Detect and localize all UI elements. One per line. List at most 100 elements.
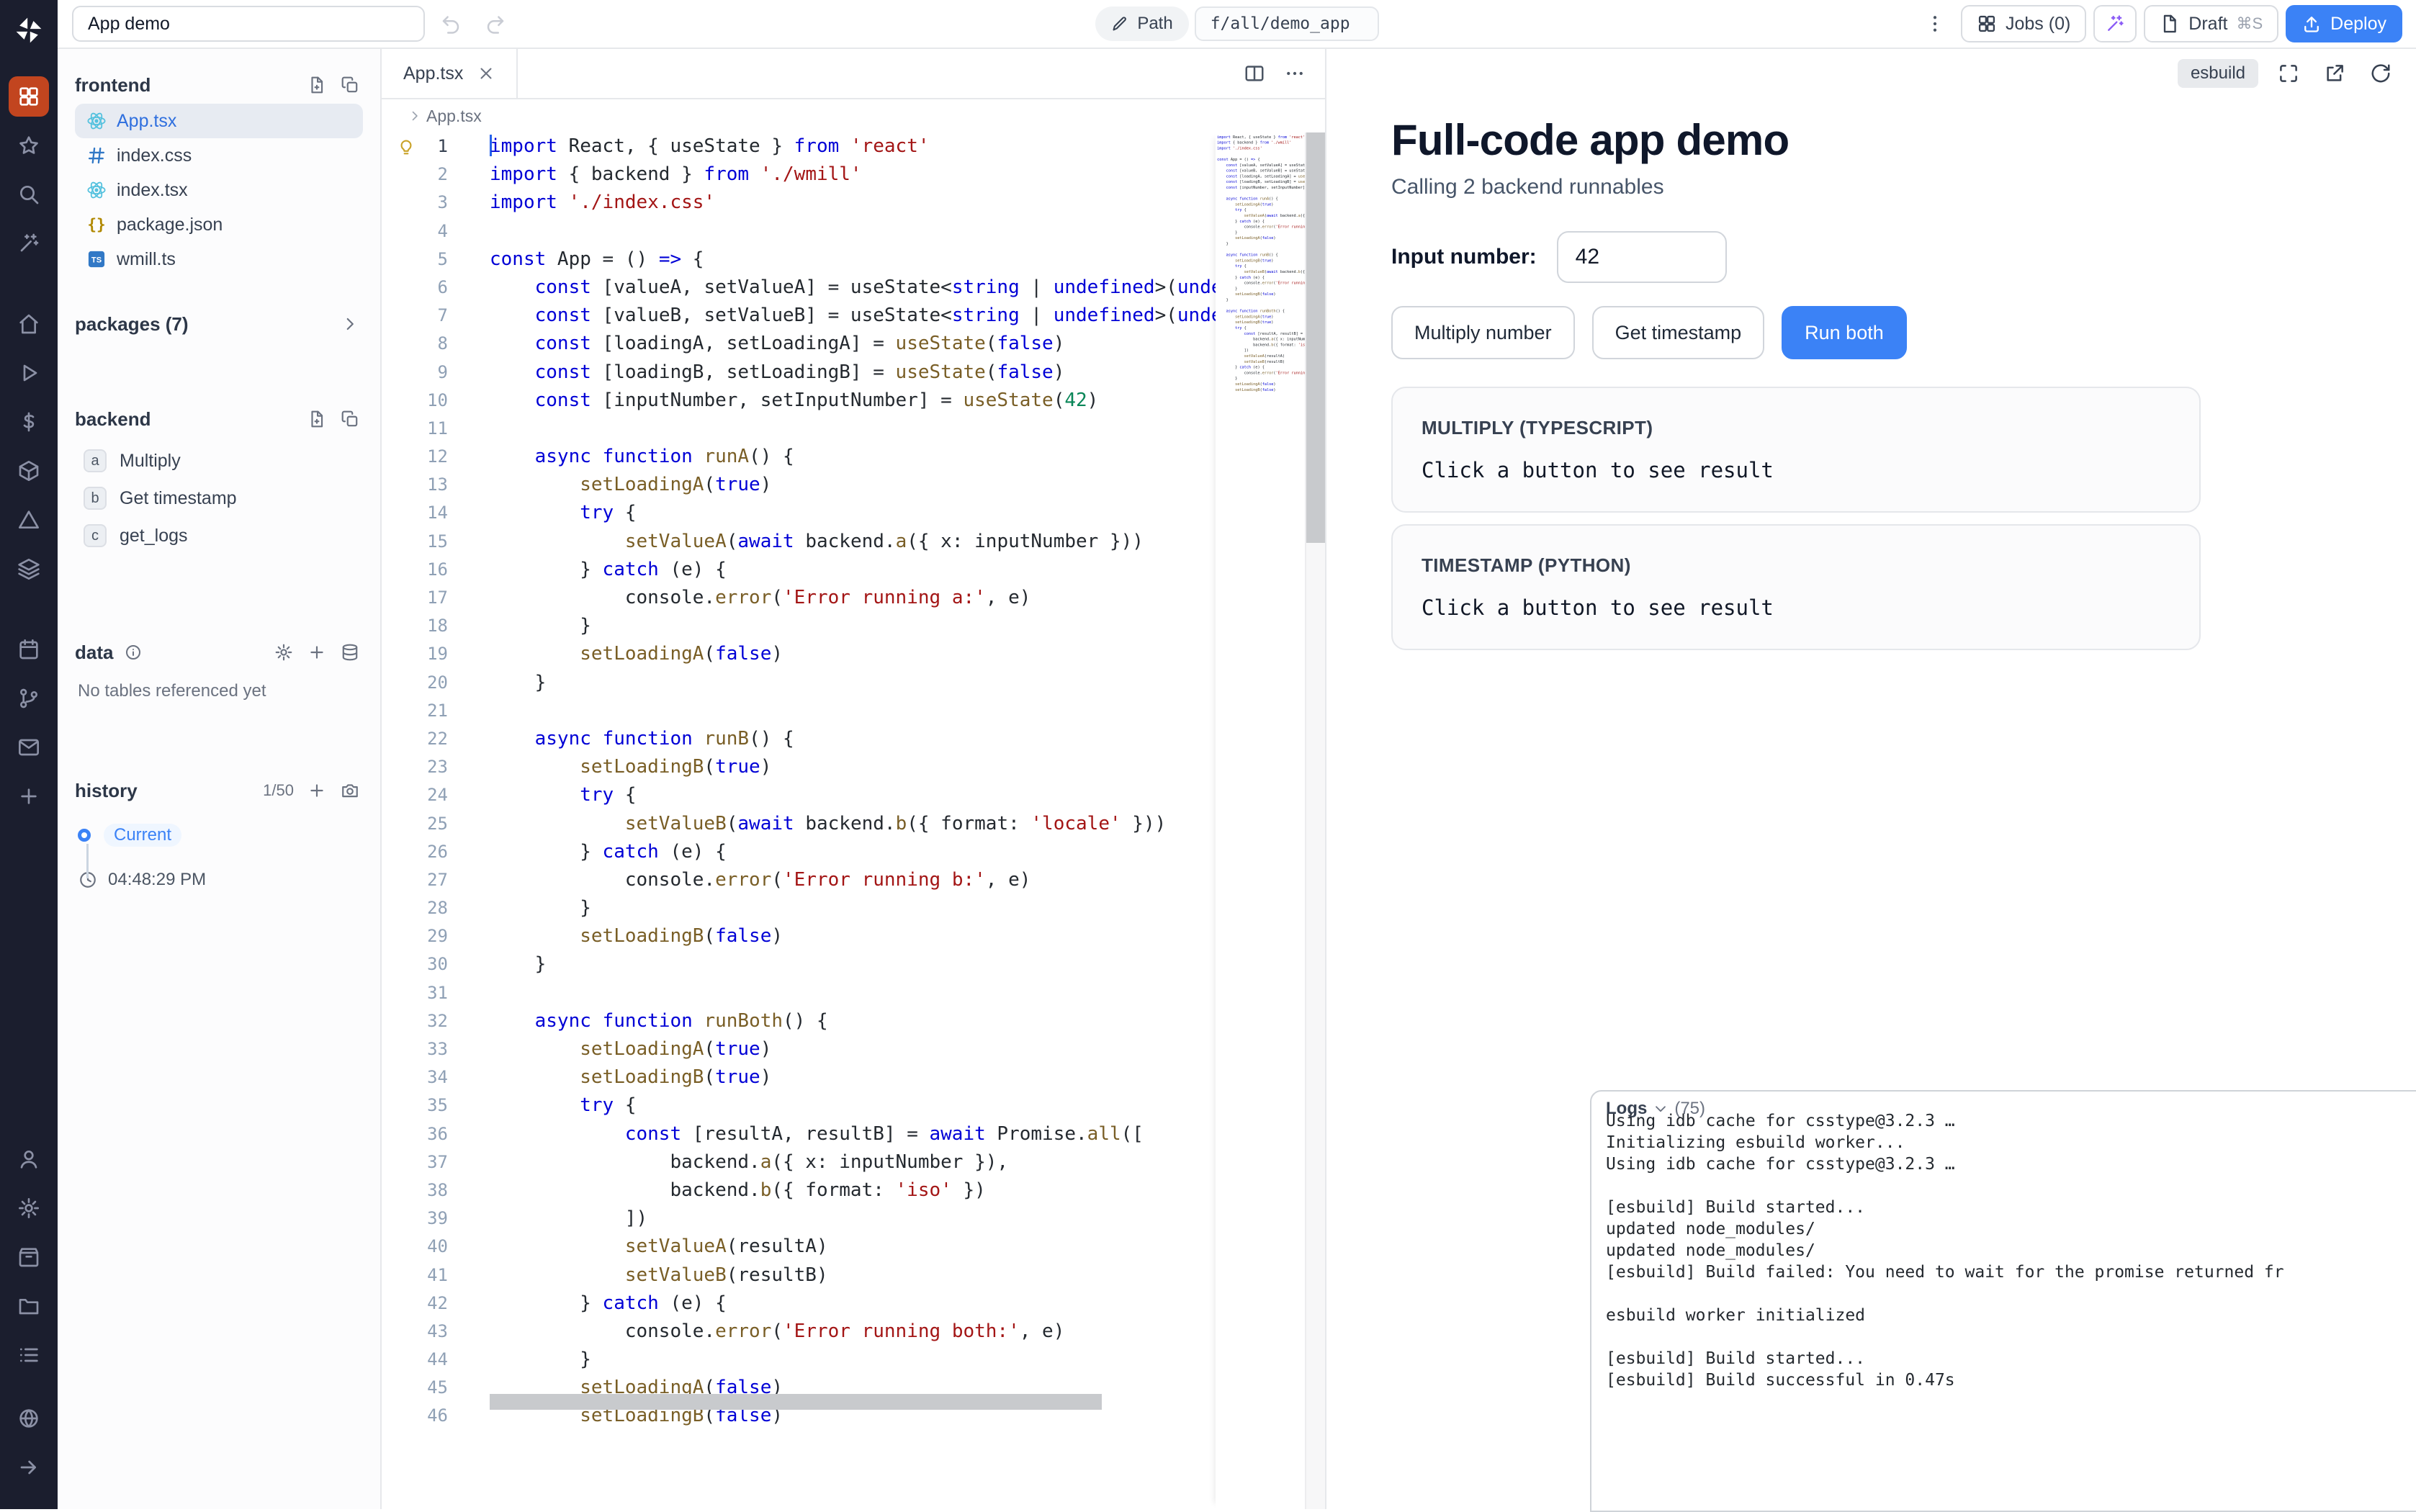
history-timestamp-item[interactable]: 04:48:29 PM	[78, 870, 363, 890]
split-editor-icon[interactable]	[1236, 56, 1273, 91]
kebab-menu-icon[interactable]	[1916, 6, 1954, 41]
horizontal-scrollbar-thumb[interactable]	[490, 1394, 1102, 1410]
multiply-card-body: Click a button to see result	[1422, 458, 2170, 482]
app-name-input[interactable]	[72, 6, 425, 42]
line-number: 23	[382, 753, 471, 781]
package-icon[interactable]	[9, 451, 49, 491]
deploy-icon	[2302, 14, 2322, 34]
path-value[interactable]: f/all/demo_app	[1195, 6, 1379, 41]
add-snapshot-icon[interactable]	[304, 778, 330, 804]
layers-icon[interactable]	[9, 549, 49, 589]
star-icon[interactable]	[9, 125, 49, 166]
path-badge[interactable]: Path	[1095, 6, 1188, 41]
refresh-icon[interactable]	[2365, 58, 2397, 89]
tab-app-tsx[interactable]: App.tsx	[382, 49, 518, 98]
code-editor[interactable]: 1import React, { useState } from 'react'…	[382, 132, 1325, 1509]
line-number: 17	[382, 584, 471, 612]
copy-runnable-icon[interactable]	[337, 406, 363, 432]
search-icon[interactable]	[9, 174, 49, 215]
add-file-icon[interactable]	[304, 72, 330, 98]
number-input[interactable]	[1557, 231, 1727, 283]
box-icon[interactable]	[9, 1237, 49, 1277]
list-icon[interactable]	[9, 1335, 49, 1375]
code-line-41: 41 setValueB(resultB)	[382, 1261, 1325, 1290]
chevron-right-icon	[408, 109, 422, 123]
history-section-header: history 1/50	[75, 776, 363, 805]
arrow-right-icon[interactable]	[9, 1447, 49, 1488]
jobs-button[interactable]: Jobs (0)	[1961, 5, 2086, 42]
file-item-wmill.ts[interactable]: TSwmill.ts	[75, 242, 363, 276]
folder-icon[interactable]	[9, 1286, 49, 1326]
wand-icon[interactable]	[9, 223, 49, 264]
multiply-result-card: MULTIPLY (TYPESCRIPT) Click a button to …	[1391, 387, 2201, 513]
path-badge-label: Path	[1137, 14, 1172, 34]
runnable-label: Multiply	[120, 451, 181, 472]
hash-file-icon	[86, 145, 107, 166]
get-timestamp-button[interactable]: Get timestamp	[1592, 306, 1765, 359]
windmill-logo[interactable]	[13, 14, 45, 46]
code-line-33: 33 setLoadingA(true)	[382, 1035, 1325, 1063]
add-table-icon[interactable]	[304, 639, 330, 665]
line-number: 28	[382, 894, 471, 922]
logs-body[interactable]: Using idb cache for csstype@3.2.3 …Initi…	[1591, 1110, 2416, 1511]
page-subtitle: Calling 2 backend runnables	[1391, 175, 2416, 199]
file-item-index.css[interactable]: index.css	[75, 138, 363, 173]
ai-wand-button[interactable]	[2093, 5, 2137, 42]
lightbulb-icon[interactable]	[396, 137, 416, 157]
draft-button[interactable]: Draft ⌘S	[2144, 5, 2278, 42]
globe-icon[interactable]	[9, 1398, 49, 1439]
file-item-package.json[interactable]: {}package.json	[75, 207, 363, 242]
plus-icon[interactable]	[9, 776, 49, 816]
mail-icon[interactable]	[9, 727, 49, 768]
code-line-15: 15 setValueA(await backend.a({ x: inputN…	[382, 528, 1325, 556]
ts-file-icon: TS	[86, 249, 107, 269]
redo-icon[interactable]	[477, 6, 514, 41]
runnable-item-get_logs[interactable]: cget_logs	[75, 517, 363, 554]
copy-file-icon[interactable]	[337, 72, 363, 98]
minimap[interactable]: import React, { useState } from 'react'i…	[1216, 132, 1305, 1509]
gear-icon[interactable]	[9, 1188, 49, 1228]
multiply-number-button[interactable]: Multiply number	[1391, 306, 1575, 359]
history-title: history	[75, 780, 138, 802]
history-current-item[interactable]: Current	[78, 822, 363, 848]
line-number: 45	[382, 1374, 471, 1402]
line-number: 37	[382, 1148, 471, 1176]
packages-toggle[interactable]: packages (7)	[75, 307, 363, 341]
database-icon[interactable]	[337, 639, 363, 665]
add-runnable-icon[interactable]	[304, 406, 330, 432]
deploy-button[interactable]: Deploy	[2286, 5, 2402, 42]
jobs-label: Jobs (0)	[2006, 14, 2070, 35]
branch-icon[interactable]	[9, 678, 49, 719]
horizontal-scrollbar[interactable]	[471, 1394, 1216, 1410]
user-icon[interactable]	[9, 1139, 49, 1179]
code-line-17: 17 console.error('Error running a:', e)	[382, 584, 1325, 612]
play-icon[interactable]	[9, 353, 49, 393]
frontend-title: frontend	[75, 74, 151, 96]
line-number: 33	[382, 1035, 471, 1063]
camera-icon[interactable]	[337, 778, 363, 804]
esbuild-badge: esbuild	[2178, 59, 2258, 88]
undo-icon[interactable]	[432, 6, 470, 41]
close-tab-icon[interactable]	[477, 65, 495, 82]
info-icon[interactable]	[120, 639, 146, 665]
runnable-item-get-timestamp[interactable]: bGet timestamp	[75, 480, 363, 517]
prism-icon[interactable]	[9, 500, 49, 540]
dollar-icon[interactable]	[9, 402, 49, 442]
vertical-scrollbar-thumb[interactable]	[1306, 132, 1325, 543]
log-line: [esbuild] Build started...	[1606, 1348, 2404, 1369]
more-options-icon[interactable]	[1276, 56, 1313, 91]
code-line-5: 5const App = () => {	[382, 246, 1325, 274]
file-item-App.tsx[interactable]: App.tsx	[75, 104, 363, 138]
data-settings-gear-icon[interactable]	[271, 639, 297, 665]
inspect-icon[interactable]	[2273, 58, 2304, 89]
home-icon[interactable]	[9, 304, 49, 344]
line-number: 6	[382, 274, 471, 302]
run-both-button[interactable]: Run both	[1782, 306, 1907, 359]
file-item-index.tsx[interactable]: index.tsx	[75, 173, 363, 207]
data-title: data	[75, 642, 113, 664]
calendar-icon[interactable]	[9, 629, 49, 670]
runnable-item-multiply[interactable]: aMultiply	[75, 442, 363, 480]
open-external-icon[interactable]	[2319, 58, 2350, 89]
vertical-scrollbar[interactable]	[1305, 132, 1325, 1509]
apps-icon[interactable]	[9, 76, 49, 117]
